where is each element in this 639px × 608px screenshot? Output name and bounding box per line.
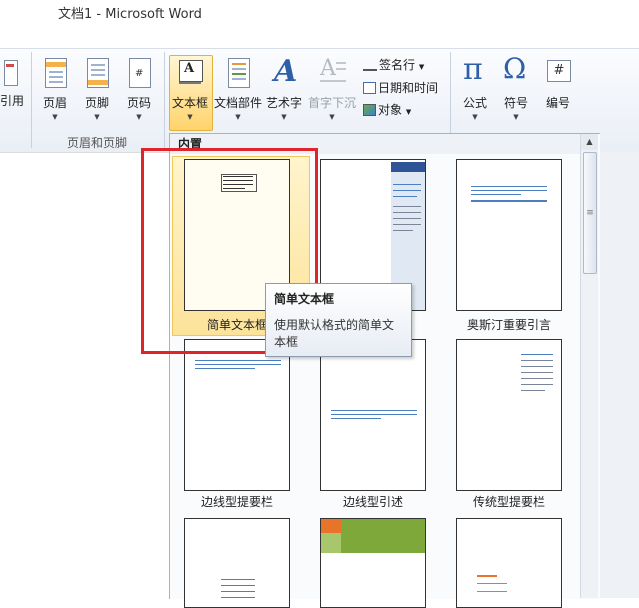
chevron-down-icon: ▼ xyxy=(136,113,142,121)
date-time-label: 日期和时间 xyxy=(378,81,439,95)
gallery-scrollbar[interactable]: ▲ ≡ xyxy=(580,134,598,598)
footer-label: 页脚 xyxy=(84,96,109,110)
gallery-caption: 奥斯汀重要引言 xyxy=(466,318,551,332)
gallery-caption: 边线型引述 xyxy=(342,495,403,509)
gallery-caption: 传统型提要栏 xyxy=(472,495,545,509)
chevron-down-icon: ▼ xyxy=(281,113,287,121)
quick-parts-icon xyxy=(222,56,254,92)
page-number-label: 页码 xyxy=(126,96,151,110)
gallery-caption: 边线型提要栏 xyxy=(200,495,273,509)
quick-parts-button[interactable]: 文档部件 ▼ xyxy=(213,56,263,121)
date-time-button[interactable]: 日期和时间 xyxy=(363,79,438,96)
group-separator xyxy=(164,52,165,148)
text-box-icon: A xyxy=(174,56,206,92)
signature-icon xyxy=(363,57,377,71)
gallery-item-sideline-sidebar[interactable] xyxy=(184,339,290,491)
signature-line-button[interactable]: 签名行 ▼ xyxy=(363,56,424,73)
symbol-label: 符号 xyxy=(503,96,528,110)
chevron-down-icon: ▼ xyxy=(187,113,193,121)
equation-label: 公式 xyxy=(462,96,487,110)
chevron-down-icon: ▼ xyxy=(94,113,100,121)
gallery-item-row3-2[interactable] xyxy=(320,518,426,608)
header-icon xyxy=(39,56,71,92)
drop-cap-label: 首字下沉 xyxy=(307,96,356,110)
equation-icon: π xyxy=(463,52,483,87)
tooltip: 简单文本框 使用默认格式的简单文本框 xyxy=(265,283,412,357)
gallery-item-traditional-sidebar[interactable] xyxy=(456,339,562,491)
references-button-partial[interactable]: 引用 xyxy=(0,56,24,109)
chevron-down-icon: ▼ xyxy=(472,113,478,121)
scroll-thumb[interactable]: ≡ xyxy=(583,152,597,274)
symbol-button[interactable]: Ω 符号 ▼ xyxy=(497,52,535,121)
quick-parts-label: 文档部件 xyxy=(213,96,262,110)
object-icon xyxy=(363,104,376,116)
window-title: 文档1 - Microsoft Word xyxy=(58,7,202,22)
wordart-button[interactable]: A 艺术字 ▼ xyxy=(264,54,304,121)
chevron-down-icon: ▼ xyxy=(329,113,335,121)
header-footer-group-label: 页眉和页脚 xyxy=(67,136,128,150)
object-label: 对象 xyxy=(378,103,403,117)
drop-cap-icon: A xyxy=(316,56,348,92)
chevron-down-icon: ▼ xyxy=(235,113,241,121)
calendar-icon xyxy=(363,82,376,94)
right-background xyxy=(598,152,639,598)
footer-button[interactable]: 页脚 ▼ xyxy=(78,56,116,121)
text-box-label: 文本框 xyxy=(171,96,208,110)
header-button[interactable]: 页眉 ▼ xyxy=(36,56,74,121)
number-icon: # xyxy=(542,56,574,92)
chevron-down-icon: ▼ xyxy=(513,113,519,121)
tooltip-title: 简单文本框 xyxy=(274,292,335,306)
gallery-item-sideline-quote[interactable] xyxy=(320,339,426,491)
object-button[interactable]: 对象 ▼ xyxy=(363,101,411,118)
number-label: 编号 xyxy=(545,96,570,110)
footer-icon xyxy=(81,56,113,92)
scroll-up-icon[interactable]: ▲ xyxy=(581,134,598,150)
title-bar: 文档1 - Microsoft Word xyxy=(0,0,639,30)
references-label: 引用 xyxy=(0,94,25,108)
group-separator xyxy=(31,52,32,148)
page-number-button[interactable]: # 页码 ▼ xyxy=(120,56,158,121)
number-button[interactable]: # 编号 xyxy=(539,56,577,111)
chevron-down-icon: ▼ xyxy=(52,113,58,121)
page-number-icon: # xyxy=(123,56,155,92)
chevron-down-icon: ▼ xyxy=(418,63,425,71)
drop-cap-button[interactable]: A 首字下沉 ▼ xyxy=(306,56,358,121)
wordart-icon: A xyxy=(274,54,298,89)
header-label: 页眉 xyxy=(42,96,67,110)
tooltip-description: 使用默认格式的简单文本框 xyxy=(274,318,395,349)
text-box-button[interactable]: A 文本框 ▼ xyxy=(169,56,211,121)
signature-line-label: 签名行 xyxy=(379,58,416,72)
gallery-item-row3-3[interactable] xyxy=(456,518,562,608)
omega-icon: Ω xyxy=(503,52,527,85)
chevron-down-icon: ▼ xyxy=(405,108,412,116)
gallery-item-row3-1[interactable] xyxy=(184,518,290,608)
wordart-label: 艺术字 xyxy=(265,96,302,110)
equation-button[interactable]: π 公式 ▼ xyxy=(456,52,494,121)
gallery-item-austin-quote[interactable] xyxy=(456,159,562,311)
